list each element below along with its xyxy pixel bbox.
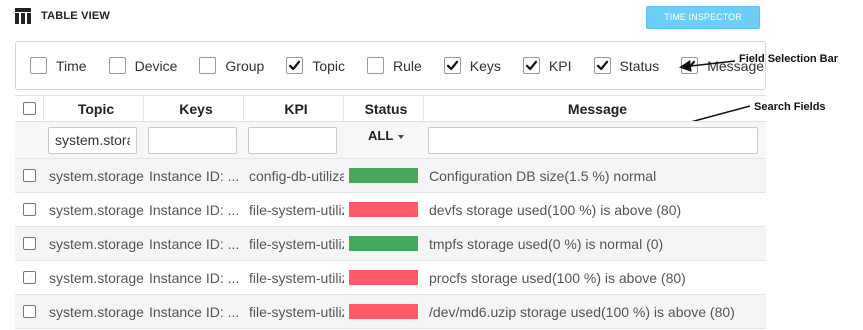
table-row[interactable]: system.storage Instance ID: ... config-db-… [15, 159, 766, 193]
status-filter-value: ALL [368, 128, 394, 143]
field-toggle-status[interactable]: Status [593, 57, 682, 74]
cell-message: procfs storage used(100 %) is above (80) [429, 269, 686, 286]
field-label: Status [619, 57, 660, 74]
status-indicator [349, 202, 418, 217]
field-selection-bar: Time Device Group Topic Rule Keys KPI Status Mes… [15, 41, 766, 90]
field-checkbox-rule[interactable] [367, 57, 384, 74]
column-header-keys[interactable]: Keys [144, 96, 244, 121]
field-checkbox-message[interactable] [681, 57, 699, 74]
table-body: system.storage Instance ID: ... config-db-… [15, 159, 766, 329]
cell-keys: Instance ID: ... [149, 303, 240, 320]
field-toggle-rule[interactable]: Rule [367, 57, 444, 74]
cell-message: /dev/md6.uzip storage used(100 %) is abo… [429, 303, 735, 320]
cell-message: devfs storage used(100 %) is above (80) [429, 201, 682, 218]
field-toggle-keys[interactable]: Keys [443, 57, 523, 74]
cell-keys: Instance ID: ... [149, 201, 240, 218]
status-indicator [349, 270, 418, 285]
time-inspector-button[interactable]: TIME INSPECTOR [646, 6, 760, 29]
column-header-kpi[interactable]: KPI [244, 96, 344, 121]
cell-keys: Instance ID: ... [149, 235, 240, 252]
cell-kpi: file-system-utilization [249, 269, 344, 286]
status-indicator [349, 304, 418, 319]
cell-kpi: file-system-utilization [249, 235, 344, 252]
field-label: Device [134, 57, 178, 74]
column-header-status[interactable]: Status [344, 96, 424, 121]
field-toggle-time[interactable]: Time [30, 57, 109, 74]
cell-topic: system.storage [49, 303, 144, 320]
topic-search-input[interactable] [48, 126, 137, 154]
status-indicator [349, 236, 418, 251]
kpi-search-input[interactable] [248, 126, 337, 154]
cell-topic: system.storage [49, 235, 144, 252]
select-all-cell [15, 96, 44, 121]
keys-search-input[interactable] [148, 126, 237, 154]
cell-topic: system.storage [49, 167, 144, 184]
field-checkbox-group[interactable] [199, 57, 217, 74]
field-checkbox-keys[interactable] [443, 57, 461, 74]
field-bar-annotation: Field Selection Bar [739, 53, 839, 65]
cell-keys: Instance ID: ... [149, 269, 240, 286]
field-label: Group [225, 57, 265, 74]
row-checkbox[interactable] [23, 169, 36, 182]
caret-down-icon [398, 135, 405, 139]
page-header: TABLE VIEW [15, 8, 110, 24]
table-header-row: Topic Keys KPI Status Message [15, 95, 766, 122]
field-label: Topic [312, 57, 345, 74]
field-checkbox-kpi[interactable] [522, 57, 540, 74]
table-row[interactable]: system.storage Instance ID: ... file-syste… [15, 261, 766, 295]
message-search-input[interactable] [428, 126, 758, 154]
field-label: Time [56, 57, 87, 74]
row-checkbox[interactable] [23, 203, 36, 216]
field-checkbox-topic[interactable] [286, 57, 304, 74]
field-toggle-kpi[interactable]: KPI [522, 57, 594, 74]
field-checkbox-status[interactable] [593, 57, 611, 74]
cell-topic: system.storage [49, 201, 144, 218]
field-toggle-group[interactable]: Group [199, 57, 286, 74]
cell-kpi: file-system-utilization [249, 303, 344, 320]
cell-kpi: file-system-utilization [249, 201, 344, 218]
row-checkbox[interactable] [23, 305, 36, 318]
table-row[interactable]: system.storage Instance ID: ... file-syste… [15, 193, 766, 227]
column-header-topic[interactable]: Topic [44, 96, 144, 121]
cell-keys: Instance ID: ... [149, 167, 240, 184]
field-label: Rule [393, 57, 422, 74]
cell-topic: system.storage [49, 269, 144, 286]
cell-kpi: config-db-utilization [249, 167, 344, 184]
cell-message: tmpfs storage used(0 %) is normal (0) [429, 235, 664, 252]
field-label: Keys [469, 57, 501, 74]
field-checkbox-device[interactable] [108, 57, 126, 74]
status-filter-dropdown[interactable]: ALL [348, 122, 405, 158]
field-label: KPI [548, 57, 572, 74]
data-table: Topic Keys KPI Status Message ALL system… [15, 95, 766, 329]
field-toggle-topic[interactable]: Topic [286, 57, 367, 74]
table-icon [15, 8, 31, 24]
status-indicator [349, 168, 418, 183]
field-toggle-device[interactable]: Device [108, 57, 200, 74]
cell-message: Configuration DB size(1.5 %) normal [429, 167, 657, 184]
search-row: ALL [15, 122, 766, 159]
row-checkbox[interactable] [23, 237, 36, 250]
table-row[interactable]: system.storage Instance ID: ... file-syste… [15, 295, 766, 329]
table-row[interactable]: system.storage Instance ID: ... file-syste… [15, 227, 766, 261]
row-checkbox[interactable] [23, 271, 36, 284]
page-title: TABLE VIEW [41, 10, 111, 22]
column-header-message[interactable]: Message [424, 96, 766, 121]
select-all-checkbox[interactable] [22, 102, 36, 115]
field-checkbox-time[interactable] [30, 57, 47, 74]
